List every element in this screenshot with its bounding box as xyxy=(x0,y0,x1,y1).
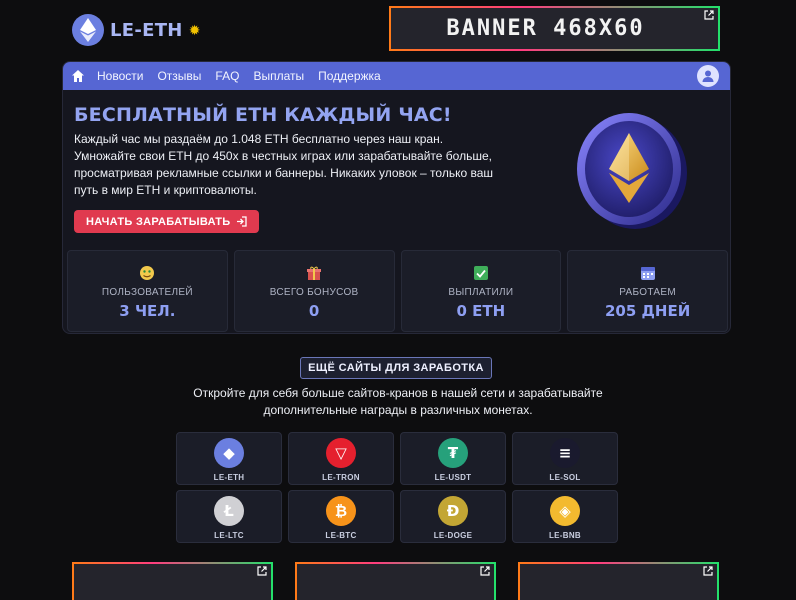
bottom-banner-3[interactable] xyxy=(518,562,719,600)
hero-title: БЕСПЛАТНЫЙ ETH КАЖДЫЙ ЧАС! xyxy=(74,104,452,126)
site-name: LE-TRON xyxy=(322,473,360,482)
site-tile-le-eth[interactable]: ◆ LE-ETH xyxy=(176,432,282,485)
gift-icon xyxy=(306,265,322,281)
stat-value: 0 xyxy=(308,302,320,320)
site-logo[interactable]: LE-ETH ✹ xyxy=(72,14,200,46)
stats-row: ПОЛЬЗОВАТЕЛЕЙ 3 ЧЕЛ. ВСЕГО БОНУСОВ 0 ВЫП… xyxy=(67,250,728,332)
home-icon[interactable] xyxy=(71,69,85,83)
btc-icon: ₿ xyxy=(326,496,356,526)
nav-item-reviews[interactable]: Отзывы xyxy=(157,69,201,83)
stat-users: ПОЛЬЗОВАТЕЛЕЙ 3 ЧЕЛ. xyxy=(67,250,228,332)
more-sites-title: ЕЩЁ САЙТЫ ДЛЯ ЗАРАБОТКА xyxy=(300,357,492,379)
eth-icon xyxy=(72,14,104,46)
start-earning-label: НАЧАТЬ ЗАРАБАТЫВАТЬ xyxy=(86,215,231,228)
sites-grid: ◆ LE-ETH ▽ LE-TRON ₮ LE-USDT ≡ LE-SOL Ł LE-LTC ₿ LE… xyxy=(176,432,618,543)
site-name: LE-ETH xyxy=(213,473,245,482)
stat-value: 0 ETH xyxy=(456,302,506,320)
sun-icon: ✹ xyxy=(188,21,201,38)
usdt-icon: ₮ xyxy=(438,438,468,468)
ltc-icon: Ł xyxy=(214,496,244,526)
site-name: LE-DOGE xyxy=(433,531,473,540)
top-banner[interactable]: BANNER 468X60 xyxy=(389,6,720,51)
nav-item-faq[interactable]: FAQ xyxy=(215,69,239,83)
site-name: LE-SOL xyxy=(549,473,581,482)
bottom-banner-2[interactable] xyxy=(295,562,496,600)
nav-item-news[interactable]: Новости xyxy=(97,69,143,83)
sol-icon: ≡ xyxy=(550,438,580,468)
site-title: LE-ETH xyxy=(110,19,183,41)
external-link-icon[interactable] xyxy=(257,566,267,576)
site-tile-le-tron[interactable]: ▽ LE-TRON xyxy=(288,432,394,485)
site-tile-le-sol[interactable]: ≡ LE-SOL xyxy=(512,432,618,485)
site-tile-le-usdt[interactable]: ₮ LE-USDT xyxy=(400,432,506,485)
eth-coin-icon xyxy=(571,111,691,231)
external-link-icon[interactable] xyxy=(703,566,713,576)
site-name: LE-USDT xyxy=(434,473,472,482)
external-link-icon[interactable] xyxy=(704,10,714,20)
stat-label: РАБОТАЕМ xyxy=(619,287,676,298)
stat-days: РАБОТАЕМ 205 ДНЕЙ xyxy=(567,250,728,332)
start-earning-button[interactable]: НАЧАТЬ ЗАРАБАТЫВАТЬ xyxy=(74,210,259,233)
bottom-banner-1[interactable] xyxy=(72,562,273,600)
site-name: LE-BTC xyxy=(325,531,357,540)
banner-text: BANNER 468X60 xyxy=(446,16,645,41)
tron-icon: ▽ xyxy=(326,438,356,468)
user-icon[interactable] xyxy=(697,65,719,87)
external-link-icon[interactable] xyxy=(480,566,490,576)
stat-value: 3 ЧЕЛ. xyxy=(119,302,176,320)
site-tile-le-btc[interactable]: ₿ LE-BTC xyxy=(288,490,394,543)
main-card: Новости Отзывы FAQ Выплаты Поддержка БЕС… xyxy=(62,61,731,334)
stat-value: 205 ДНЕЙ xyxy=(605,302,691,320)
stat-label: ВЫПЛАТИЛИ xyxy=(448,287,514,298)
calendar-icon xyxy=(640,265,656,281)
stat-label: ВСЕГО БОНУСОВ xyxy=(269,287,359,298)
site-tile-le-doge[interactable]: Ð LE-DOGE xyxy=(400,490,506,543)
eth-icon: ◆ xyxy=(214,438,244,468)
stat-payouts: ВЫПЛАТИЛИ 0 ETH xyxy=(400,250,562,332)
site-tile-le-bnb[interactable]: ◈ LE-BNB xyxy=(512,490,618,543)
main-nav: Новости Отзывы FAQ Выплаты Поддержка xyxy=(63,62,730,90)
check-icon xyxy=(473,265,489,281)
hero-text: Каждый час мы раздаём до 1.048 ETH беспл… xyxy=(74,132,494,197)
site-tile-le-ltc[interactable]: Ł LE-LTC xyxy=(176,490,282,543)
bnb-icon: ◈ xyxy=(550,496,580,526)
site-name: LE-BNB xyxy=(548,531,582,540)
site-name: LE-LTC xyxy=(214,531,244,540)
nav-item-payouts[interactable]: Выплаты xyxy=(253,69,304,83)
login-icon xyxy=(236,216,247,227)
more-sites-desc: Откройте для себя больше сайтов-кранов в… xyxy=(193,386,603,417)
doge-icon: Ð xyxy=(438,496,468,526)
stat-label: ПОЛЬЗОВАТЕЛЕЙ xyxy=(101,287,193,298)
money-face-icon xyxy=(139,265,155,281)
nav-item-support[interactable]: Поддержка xyxy=(318,69,381,83)
header: LE-ETH ✹ BANNER 468X60 xyxy=(0,0,796,60)
stat-bonuses: ВСЕГО БОНУСОВ 0 xyxy=(233,250,395,332)
